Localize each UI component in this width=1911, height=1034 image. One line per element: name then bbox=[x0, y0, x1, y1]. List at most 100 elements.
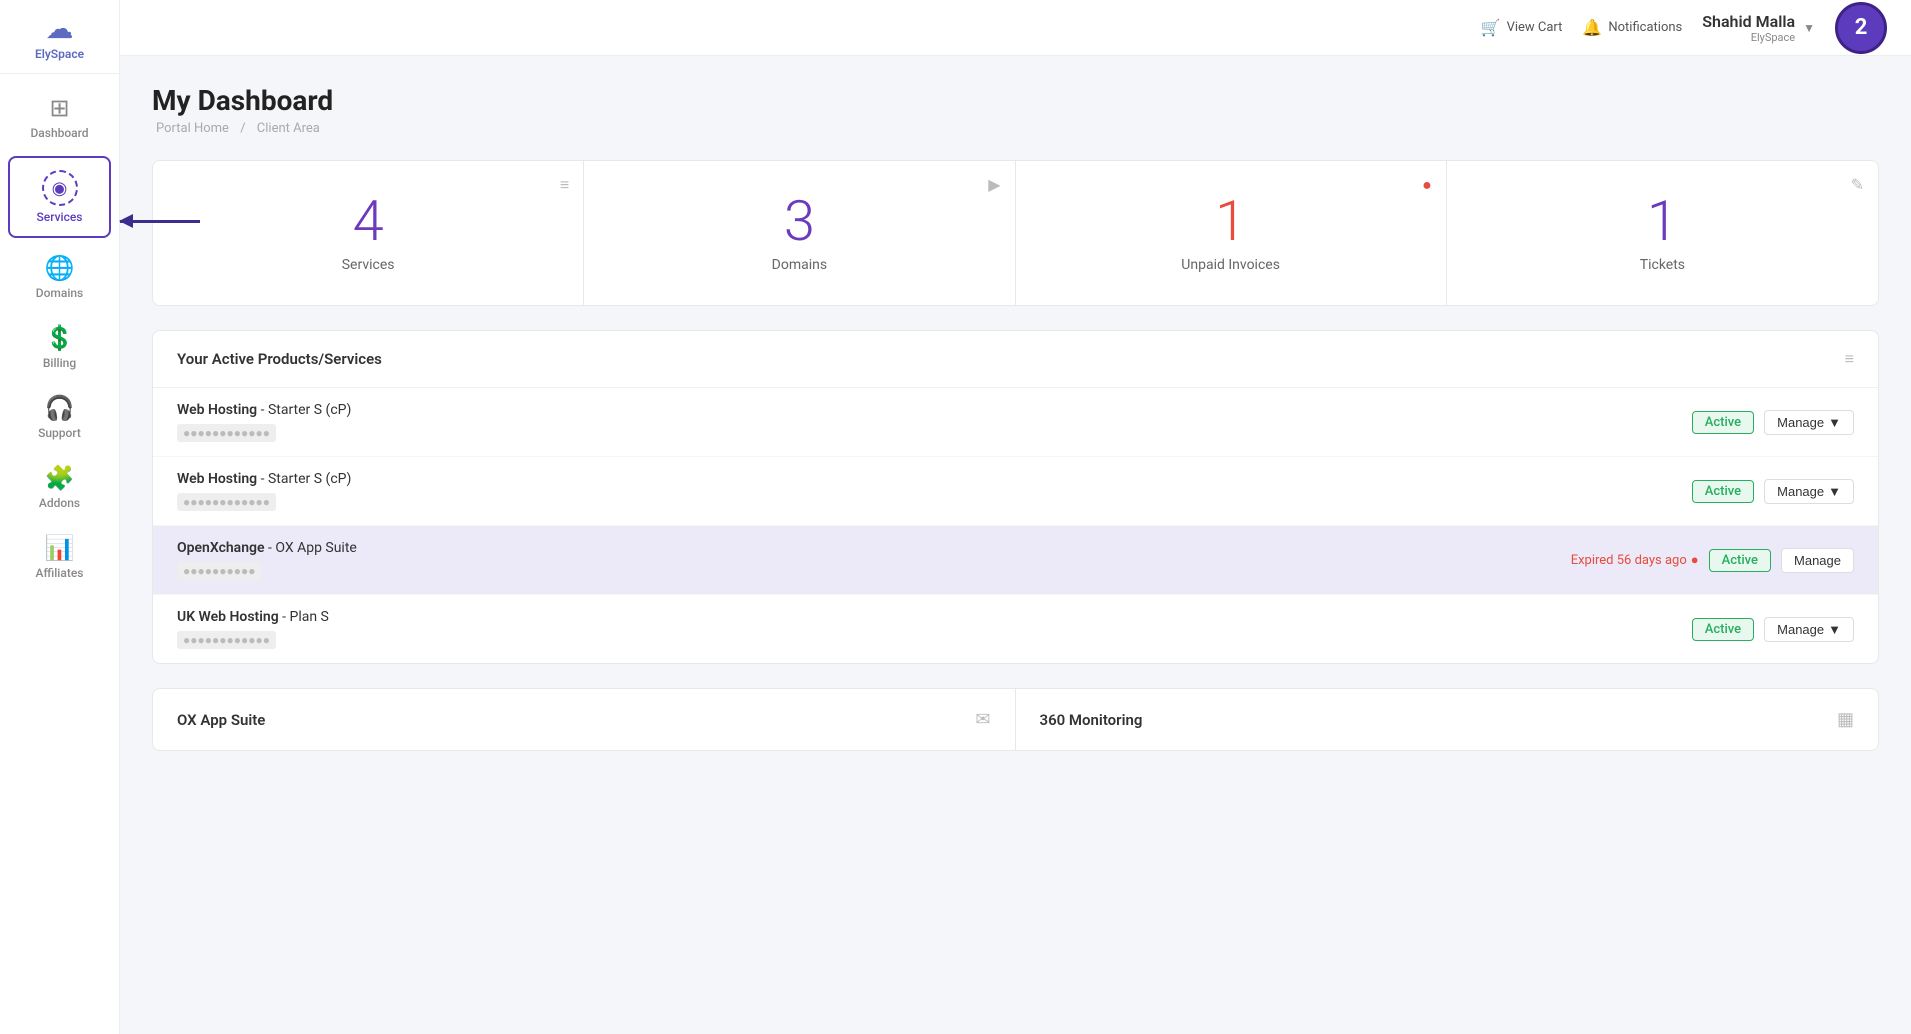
service-actions: Active Manage ▼ bbox=[1692, 479, 1854, 504]
stats-grid: ≡ 4 Services ▶ 3 Domains ● 1 Unpaid Invo… bbox=[152, 160, 1879, 306]
service-domain: ●●●●●●●●●●●● bbox=[177, 631, 276, 649]
sidebar-item-support[interactable]: 🎧 Support bbox=[0, 382, 119, 452]
stat-label-invoices: Unpaid Invoices bbox=[1040, 257, 1422, 273]
service-domain: ●●●●●●●●●●●● bbox=[177, 493, 276, 511]
service-bold-name: Web Hosting bbox=[177, 402, 257, 418]
user-menu[interactable]: Shahid Malla ElySpace ▼ bbox=[1702, 12, 1815, 44]
sidebar-item-label: Services bbox=[37, 210, 83, 224]
sidebar-item-billing[interactable]: 💲 Billing bbox=[0, 312, 119, 382]
billing-icon: 💲 bbox=[45, 324, 75, 352]
addons-icon: 🧩 bbox=[45, 464, 75, 492]
service-domain: ●●●●●●●●●● bbox=[177, 562, 261, 580]
stat-card-domains[interactable]: ▶ 3 Domains bbox=[584, 161, 1015, 305]
logo[interactable]: ☁ ElySpace bbox=[0, 0, 119, 74]
service-info: Web Hosting - Starter S (cP) ●●●●●●●●●●●… bbox=[177, 471, 1692, 511]
page-title: My Dashboard bbox=[152, 84, 1879, 117]
page-content: My Dashboard Portal Home / Client Area ≡… bbox=[120, 56, 1911, 1034]
view-cart-button[interactable]: 🛒 View Cart bbox=[1481, 18, 1563, 37]
products-section-menu-icon[interactable]: ≡ bbox=[1845, 349, 1854, 369]
status-badge: Active bbox=[1692, 618, 1754, 641]
expired-label: Expired 56 days ago bbox=[1571, 553, 1687, 568]
status-badge: Active bbox=[1692, 411, 1754, 434]
services-icon: ◉ bbox=[42, 170, 78, 206]
stat-label-tickets: Tickets bbox=[1471, 257, 1854, 273]
stat-icon-invoices: ● bbox=[1422, 175, 1432, 195]
cart-icon: 🛒 bbox=[1481, 18, 1501, 37]
chevron-down-icon: ▼ bbox=[1828, 415, 1841, 430]
stat-card-invoices[interactable]: ● 1 Unpaid Invoices bbox=[1016, 161, 1447, 305]
stat-icon-domains: ▶ bbox=[988, 175, 1000, 194]
manage-label: Manage bbox=[1777, 484, 1824, 499]
products-section-title: Your Active Products/Services bbox=[177, 350, 382, 368]
service-name: OpenXchange - OX App Suite bbox=[177, 540, 1571, 556]
service-row: Web Hosting - Starter S (cP) ●●●●●●●●●●●… bbox=[153, 457, 1878, 526]
notification-icon: 🔔 bbox=[1582, 18, 1602, 37]
manage-button[interactable]: Manage ▼ bbox=[1764, 410, 1854, 435]
domains-icon: 🌐 bbox=[45, 254, 75, 282]
service-name: Web Hosting - Starter S (cP) bbox=[177, 471, 1692, 487]
sidebar: ☁ ElySpace ⊞ Dashboard ◉ Services 🌐 Doma… bbox=[0, 0, 120, 1034]
service-domain: ●●●●●●●●●●●● bbox=[177, 424, 276, 442]
service-row: OpenXchange - OX App Suite ●●●●●●●●●● Ex… bbox=[153, 526, 1878, 595]
sidebar-item-label: Addons bbox=[39, 496, 80, 510]
logo-text: ElySpace bbox=[35, 47, 84, 61]
support-icon: 🎧 bbox=[45, 394, 75, 422]
dashboard-icon: ⊞ bbox=[49, 94, 69, 122]
chevron-down-icon: ▼ bbox=[1828, 622, 1841, 637]
stat-card-services[interactable]: ≡ 4 Services bbox=[153, 161, 584, 305]
products-section-header: Your Active Products/Services ≡ bbox=[153, 331, 1878, 388]
manage-button[interactable]: Manage ▼ bbox=[1764, 617, 1854, 642]
stat-card-tickets[interactable]: ✎ 1 Tickets bbox=[1447, 161, 1878, 305]
service-name: Web Hosting - Starter S (cP) bbox=[177, 402, 1692, 418]
view-cart-label: View Cart bbox=[1507, 20, 1563, 35]
chevron-down-icon: ▼ bbox=[1828, 484, 1841, 499]
stat-number-tickets: 1 bbox=[1471, 193, 1854, 249]
breadcrumb-separator: / bbox=[240, 121, 249, 136]
sidebar-item-addons[interactable]: 🧩 Addons bbox=[0, 452, 119, 522]
sidebar-item-services[interactable]: ◉ Services bbox=[8, 156, 111, 238]
email-icon: ✉ bbox=[975, 709, 990, 730]
arrow-annotation bbox=[120, 220, 200, 223]
notifications-label: Notifications bbox=[1608, 20, 1682, 35]
user-avatar[interactable]: 2 bbox=[1835, 2, 1887, 54]
service-actions: Active Manage ▼ bbox=[1692, 617, 1854, 642]
sidebar-item-label: Dashboard bbox=[30, 126, 88, 140]
service-actions: Expired 56 days ago ● Active Manage bbox=[1571, 548, 1854, 573]
service-bold-name: Web Hosting bbox=[177, 471, 257, 487]
chevron-down-icon: ▼ bbox=[1803, 21, 1815, 35]
service-info: UK Web Hosting - Plan S ●●●●●●●●●●●● bbox=[177, 609, 1692, 649]
bottom-grid: OX App Suite ✉ 360 Monitoring ▦ bbox=[152, 688, 1879, 751]
alert-icon: ● bbox=[1691, 552, 1699, 568]
manage-button[interactable]: Manage bbox=[1781, 548, 1854, 573]
sidebar-item-affiliates[interactable]: 📊 Affiliates bbox=[0, 522, 119, 592]
stat-number-services: 4 bbox=[177, 193, 559, 249]
stat-icon-tickets: ✎ bbox=[1851, 175, 1864, 194]
stat-number-domains: 3 bbox=[608, 193, 990, 249]
monitor-icon: ▦ bbox=[1837, 709, 1854, 730]
service-actions: Active Manage ▼ bbox=[1692, 410, 1854, 435]
bottom-card-title: OX App Suite bbox=[177, 711, 265, 729]
sidebar-item-domains[interactable]: 🌐 Domains bbox=[0, 242, 119, 312]
service-name: UK Web Hosting - Plan S bbox=[177, 609, 1692, 625]
manage-button[interactable]: Manage ▼ bbox=[1764, 479, 1854, 504]
breadcrumb-home[interactable]: Portal Home bbox=[156, 121, 229, 136]
sidebar-item-dashboard[interactable]: ⊞ Dashboard bbox=[0, 82, 119, 152]
manage-label: Manage bbox=[1777, 415, 1824, 430]
service-info: Web Hosting - Starter S (cP) ●●●●●●●●●●●… bbox=[177, 402, 1692, 442]
notifications-button[interactable]: 🔔 Notifications bbox=[1582, 18, 1682, 37]
affiliates-icon: 📊 bbox=[45, 534, 75, 562]
expired-text: Expired 56 days ago ● bbox=[1571, 552, 1699, 568]
service-row: Web Hosting - Starter S (cP) ●●●●●●●●●●●… bbox=[153, 388, 1878, 457]
stat-label-domains: Domains bbox=[608, 257, 990, 273]
stat-icon-services: ≡ bbox=[560, 175, 569, 195]
arrow-line bbox=[120, 220, 200, 223]
user-subtitle: ElySpace bbox=[1702, 31, 1795, 44]
bottom-card-oxappsuite[interactable]: OX App Suite ✉ bbox=[153, 689, 1016, 750]
main-content: 🛒 View Cart 🔔 Notifications Shahid Malla… bbox=[120, 0, 1911, 1034]
service-row: UK Web Hosting - Plan S ●●●●●●●●●●●● Act… bbox=[153, 595, 1878, 663]
sidebar-item-label: Affiliates bbox=[36, 566, 84, 580]
breadcrumb: Portal Home / Client Area bbox=[152, 121, 1879, 136]
sidebar-item-label: Support bbox=[38, 426, 81, 440]
bottom-card-monitoring[interactable]: 360 Monitoring ▦ bbox=[1016, 689, 1879, 750]
service-bold-name: UK Web Hosting bbox=[177, 609, 279, 625]
